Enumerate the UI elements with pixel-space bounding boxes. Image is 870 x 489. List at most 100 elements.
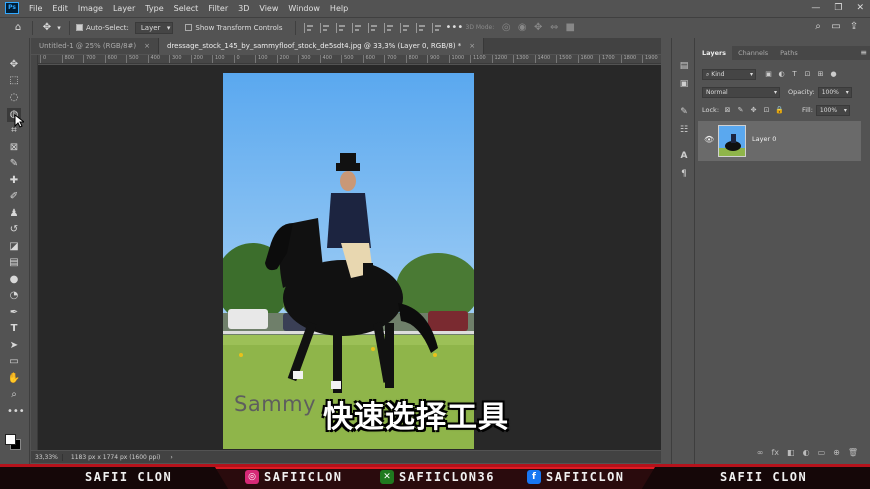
lasso-tool-icon[interactable]: ◌ [7,91,21,105]
align-middle-icon[interactable] [367,22,380,33]
delete-layer-icon[interactable]: 🗑 [848,448,858,462]
filter-shape-icon[interactable]: ⊡ [803,70,812,79]
distribute-v-icon[interactable] [431,22,444,33]
more-tools-icon[interactable]: ••• [7,405,25,419]
new-layer-icon[interactable]: ⊕ [833,448,840,462]
history-brush-icon[interactable]: ↺ [7,223,21,237]
layer-thumbnail[interactable] [718,125,746,157]
eyedropper-tool-icon[interactable]: ✎ [7,157,21,171]
gradient-tool-icon[interactable]: ▤ [7,256,21,270]
auto-select-checkbox[interactable] [76,24,83,31]
tab-close-icon[interactable]: × [469,42,475,50]
distribute-icon[interactable] [399,22,412,33]
3d-scale-icon[interactable]: ■ [562,22,578,33]
filter-pixel-icon[interactable]: ▣ [764,70,773,79]
tab-channels[interactable]: Channels [732,46,774,60]
3d-orbit-icon[interactable]: ◎ [498,22,514,33]
foreground-color-swatch[interactable] [5,434,16,445]
workspace-icon[interactable]: ▭ [828,21,844,32]
chevron-down-icon[interactable]: ▾ [55,24,63,32]
auto-select-dropdown[interactable]: Layer [134,21,174,34]
align-right-icon[interactable] [335,22,348,33]
lock-transparent-icon[interactable]: ⊠ [723,106,732,115]
character-panel-icon[interactable]: A [677,150,691,162]
filter-toggle-icon[interactable]: ● [829,70,838,79]
menu-view[interactable]: View [254,4,283,13]
type-tool-icon[interactable]: T [7,322,21,336]
status-arrow-icon[interactable]: › [170,454,172,461]
blur-tool-icon[interactable]: ● [7,273,21,287]
menu-type[interactable]: Type [140,4,168,13]
home-icon[interactable]: ⌂ [10,22,26,33]
filter-adjustment-icon[interactable]: ◐ [777,70,786,79]
rectangle-tool-icon[interactable]: ▭ [7,355,21,369]
filter-type-icon[interactable]: T [790,70,799,79]
layer-name[interactable]: Layer 0 [752,135,776,143]
hand-tool-icon[interactable]: ✋ [7,372,21,386]
transform-controls-checkbox[interactable] [185,24,193,31]
tab-close-icon[interactable]: × [144,42,150,50]
clone-stamp-icon[interactable]: ♟ [7,207,21,221]
dodge-tool-icon[interactable]: ◔ [7,289,21,303]
move-tool-icon[interactable]: ✥ [7,58,21,72]
healing-brush-icon[interactable]: ✚ [7,174,21,188]
filter-smart-object-icon[interactable]: ⊞ [816,70,825,79]
adjustments-panel-icon[interactable]: ☷ [677,124,691,136]
menu-layer[interactable]: Layer [108,4,140,13]
lock-artboard-icon[interactable]: ⊡ [762,106,771,115]
fill-input[interactable]: 100% [815,104,850,116]
3d-slide-icon[interactable]: ⇔ [546,22,562,33]
panel-menu-icon[interactable]: ≡ [860,48,867,57]
layer-row[interactable]: 👁 Layer 0 [698,121,861,161]
zoom-tool-icon[interactable]: ⌕ [7,388,21,402]
lock-position-icon[interactable]: ✥ [749,106,758,115]
frame-tool-icon[interactable]: ⊠ [7,141,21,155]
menu-file[interactable]: File [24,4,47,13]
add-mask-icon[interactable]: ◧ [787,448,795,462]
align-top-icon[interactable] [351,22,364,33]
blend-mode-dropdown[interactable]: Normal [702,86,780,98]
layer-style-icon[interactable]: fx [771,448,779,462]
lock-pixels-icon[interactable]: ✎ [736,106,745,115]
link-layers-icon[interactable]: ∞ [757,448,764,462]
eraser-tool-icon[interactable]: ◪ [7,240,21,254]
brush-panel-icon[interactable]: ✎ [677,106,691,118]
restore-button[interactable]: ❐ [834,3,842,13]
move-tool-icon[interactable]: ✥ [39,22,55,33]
menu-filter[interactable]: Filter [203,4,233,13]
tab-untitled[interactable]: Untitled-1 @ 25% (RGB/8#) × [31,38,160,54]
menu-image[interactable]: Image [73,4,108,13]
menu-help[interactable]: Help [325,4,353,13]
align-bottom-icon[interactable] [383,22,396,33]
3d-pan-icon[interactable]: ✥ [530,22,546,33]
minimize-button[interactable]: — [811,3,820,13]
distribute-h-icon[interactable] [415,22,428,33]
menu-3d[interactable]: 3D [233,4,254,13]
3d-roll-icon[interactable]: ◉ [514,22,530,33]
more-options-icon[interactable]: ••• [446,22,464,33]
zoom-level[interactable]: 33,33% [31,453,63,461]
new-group-icon[interactable]: ▭ [818,448,826,462]
lock-all-icon[interactable]: 🔒 [775,106,784,115]
menu-window[interactable]: Window [283,4,325,13]
eye-icon[interactable]: 👁 [704,135,714,144]
tab-dressage[interactable]: dressage_stock_145_by_sammyfloof_stock_d… [159,38,485,54]
adjustment-layer-icon[interactable]: ◐ [803,448,810,462]
align-center-icon[interactable] [319,22,332,33]
align-left-icon[interactable] [303,22,316,33]
tab-layers[interactable]: Layers [696,46,733,60]
brush-tool-icon[interactable]: ✐ [7,190,21,204]
tab-paths[interactable]: Paths [774,46,804,60]
marquee-tool-icon[interactable]: ⬚ [7,74,21,88]
search-icon[interactable]: ⌕ [810,21,826,32]
opacity-input[interactable]: 100% [817,86,852,98]
pen-tool-icon[interactable]: ✒ [7,306,21,320]
kind-filter-dropdown[interactable]: ⌕ Kind [702,68,756,80]
close-button[interactable]: ✕ [856,3,864,13]
menu-select[interactable]: Select [169,4,204,13]
history-panel-icon[interactable]: ▤ [677,60,691,72]
paragraph-panel-icon[interactable]: ¶ [677,168,691,180]
properties-panel-icon[interactable]: ▣ [677,78,691,90]
share-icon[interactable]: ⇪ [846,21,862,32]
menu-edit[interactable]: Edit [47,4,73,13]
